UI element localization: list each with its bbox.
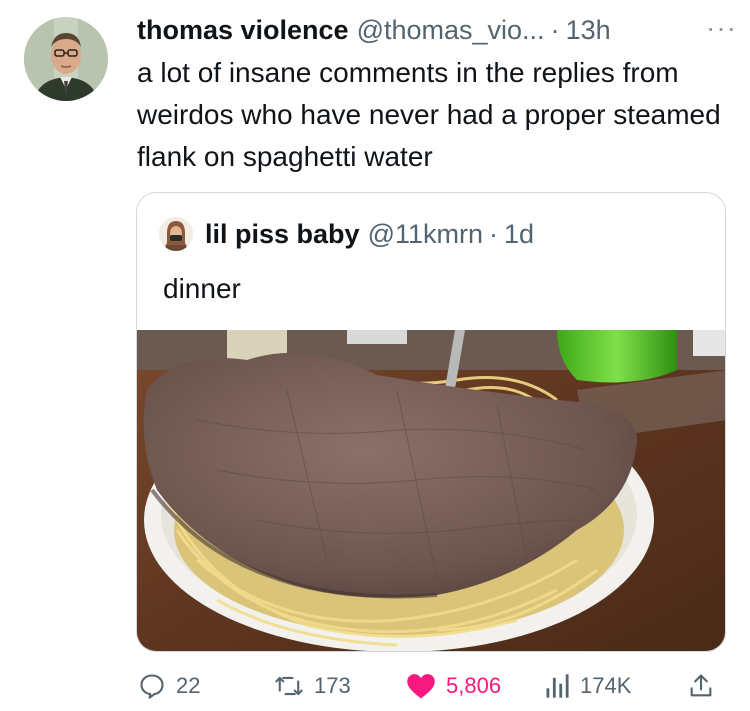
- like-count: 5,806: [446, 673, 502, 698]
- tweet-actions: 22 173 5,806 174K: [0, 664, 750, 708]
- share-icon: [690, 674, 712, 697]
- tweet-header: thomas violence @thomas_vio... · 13h ···: [137, 10, 737, 50]
- quoted-separator-dot: ·: [489, 218, 498, 249]
- reply-count: 22: [176, 673, 201, 698]
- reply-button[interactable]: 22: [138, 664, 200, 708]
- like-button[interactable]: 5,806: [406, 664, 501, 708]
- quoted-author-name[interactable]: lil piss baby: [205, 219, 360, 250]
- separator-dot: ·: [550, 14, 560, 45]
- heart-icon: [407, 674, 435, 699]
- quoted-avatar-image: [159, 217, 193, 251]
- views-count: 174K: [580, 673, 632, 698]
- tweet-text: a lot of insane comments in the replies …: [137, 57, 721, 172]
- author-avatar-image: [24, 17, 108, 101]
- reply-icon: [140, 674, 164, 699]
- tweet-timestamp[interactable]: 13h: [566, 15, 611, 46]
- retweet-icon: [275, 676, 303, 696]
- author-name[interactable]: thomas violence: [137, 15, 349, 46]
- quoted-author-handle[interactable]: @11kmrn: [368, 219, 483, 250]
- quoted-author-avatar[interactable]: [159, 217, 193, 251]
- quoted-tweet-header: lil piss baby @11kmrn · 1d: [159, 217, 534, 251]
- quoted-timestamp[interactable]: 1d: [504, 219, 534, 250]
- views-chart-icon: [546, 674, 569, 698]
- share-button[interactable]: [688, 664, 724, 708]
- quoted-tweet-photo[interactable]: [137, 330, 725, 651]
- steak-spaghetti-photo: [137, 330, 725, 651]
- author-handle[interactable]: @thomas_vio...: [357, 15, 545, 46]
- views-button[interactable]: 174K: [544, 664, 631, 708]
- retweet-button[interactable]: 173: [274, 664, 351, 708]
- author-avatar[interactable]: [24, 17, 108, 101]
- retweet-count: 173: [314, 673, 351, 698]
- quoted-tweet[interactable]: lil piss baby @11kmrn · 1d dinner: [136, 192, 726, 652]
- more-options-icon[interactable]: ···: [706, 12, 737, 44]
- quoted-tweet-text: dinner: [163, 273, 241, 304]
